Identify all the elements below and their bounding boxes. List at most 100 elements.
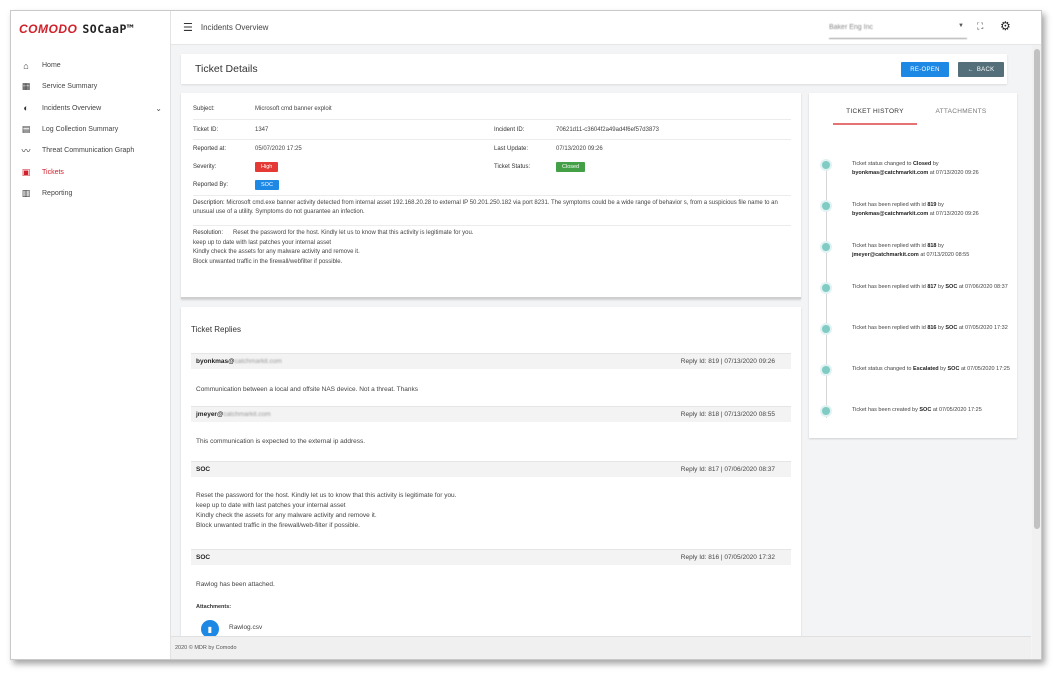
attachment-link[interactable]: Rawlog.csv: [229, 624, 262, 631]
severity-label: Severity:: [193, 164, 217, 170]
hamburger-menu-icon[interactable]: ☰: [183, 21, 193, 34]
ticket-replies-card: Ticket Replies byonkmas@catchmarkit.com …: [181, 307, 801, 637]
reply-meta: Reply Id: 818 | 07/13/2020 08:55: [680, 411, 775, 418]
history-event-text: Ticket has been replied with id 816 by S…: [852, 325, 1008, 331]
sidebar-item-log-collection[interactable]: ▤ Log Collection Summary: [11, 119, 170, 140]
gear-icon[interactable]: ⚙: [1000, 19, 1011, 33]
tab-attachments[interactable]: ATTACHMENTS: [927, 108, 995, 115]
reported-at-value: 05/07/2020 17:25: [255, 146, 302, 152]
timeline-dot: [822, 407, 830, 415]
fullscreen-icon[interactable]: ⛶: [977, 21, 983, 32]
sidebar-item-label: Reporting: [42, 189, 73, 197]
reply-body: This communication is expected to the ex…: [196, 437, 786, 447]
severity-row: Severity: High: [193, 160, 279, 174]
sidebar-item-incidents-overview[interactable]: ◐ Incidents Overview ⌄: [11, 98, 170, 119]
ticket-icon: ▣: [21, 166, 31, 177]
top-bar: ☰ Incidents Overview Baker Eng Inc ▼ ⛶ ⚙: [171, 11, 1041, 45]
app-window: COMODO SOCaaP™ ⌂ Home ▦ Service Summary …: [10, 10, 1042, 660]
home-icon: ⌂: [23, 60, 29, 71]
ticket-id-row: Ticket ID: 1347: [193, 123, 268, 137]
resolution-line: Block unwanted traffic in the firewall/w…: [193, 258, 343, 265]
sidebar-item-tickets[interactable]: ▣ Tickets: [11, 161, 170, 182]
reply-header: SOC Reply Id: 817 | 07/06/2020 08:37: [191, 461, 791, 477]
trend-icon: 〰: [21, 146, 31, 157]
replies-title: Ticket Replies: [191, 325, 241, 334]
timeline-dot: [822, 161, 830, 169]
subject-row: Subject: Microsoft cmd banner exploit: [193, 102, 332, 116]
back-button[interactable]: ← BACK: [958, 62, 1004, 77]
history-event-text: Ticket has been created by SOC at 07/05/…: [852, 407, 982, 413]
reply-header: SOC Reply Id: 816 | 07/05/2020 17:32: [191, 549, 791, 565]
timeline-dot: [822, 325, 830, 333]
resolution-block: Resolution: Reset the password for the h…: [193, 229, 791, 267]
reply-author: SOC: [196, 554, 211, 561]
subject-label: Subject:: [193, 106, 215, 112]
reply-author: jmeyer@catchmarkit.com: [196, 411, 271, 418]
sidebar-item-label: Incidents Overview: [42, 104, 102, 112]
subject-value: Microsoft cmd banner exploit: [255, 106, 332, 112]
resolution-line: Reset the password for the host. Kindly …: [233, 230, 474, 236]
resolution-line: Kindly check the assets for any malware …: [193, 249, 360, 255]
caret-down-icon[interactable]: ▼: [958, 23, 964, 29]
ticket-id-label: Ticket ID:: [193, 127, 219, 133]
divider: [193, 195, 791, 196]
reply-line: Block unwanted traffic in the firewall/w…: [196, 522, 360, 529]
reply-body: Communication between a local and offsit…: [196, 385, 786, 395]
ticket-history-card: TICKET HISTORY ATTACHMENTS Ticket status…: [809, 93, 1017, 438]
incident-id-value: 70621d11-c3604f2a49ad4f6ef57d3873: [556, 127, 659, 133]
timeline-dot: [822, 366, 830, 374]
sidebar-item-threat-graph[interactable]: 〰 Threat Communication Graph: [11, 140, 170, 161]
reply-line: Kindly check the assets for any malware …: [196, 512, 377, 519]
reply-header: byonkmas@catchmarkit.com Reply Id: 819 |…: [191, 353, 791, 369]
reply-meta: Reply Id: 817 | 07/06/2020 08:37: [680, 466, 775, 473]
ticket-status-row: Ticket Status: Closed: [494, 160, 586, 174]
reply-line: Reset the password for the host. Kindly …: [196, 492, 457, 499]
log-icon: ▤: [21, 124, 31, 135]
file-icon[interactable]: ▮: [201, 620, 219, 637]
incident-id-row: Incident ID: 70621d11-c3604f2a49ad4f6ef5…: [494, 123, 659, 137]
organization-select[interactable]: Baker Eng Inc: [829, 19, 967, 39]
resolution-line: keep up to date with last patches your i…: [193, 239, 332, 246]
reply-header: jmeyer@catchmarkit.com Reply Id: 818 | 0…: [191, 406, 791, 422]
sidebar-item-label: Service Summary: [42, 83, 98, 91]
report-icon: ▥: [21, 187, 31, 198]
timeline-dot: [822, 243, 830, 251]
page-title: Ticket Details: [195, 63, 258, 75]
sidebar-nav: ⌂ Home ▦ Service Summary ◐ Incidents Ove…: [11, 55, 170, 204]
reply-meta: Reply Id: 816 | 07/05/2020 17:32: [680, 554, 775, 561]
divider: [193, 225, 791, 226]
chevron-down-icon[interactable]: ⌄: [155, 104, 162, 113]
status-badge: Closed: [556, 162, 586, 172]
brand-logo[interactable]: COMODO SOCaaP™: [11, 11, 170, 47]
reply-line: Communication between a local and offsit…: [196, 386, 418, 393]
description-block: Description: Microsoft cmd.exe banner ac…: [193, 199, 791, 217]
scrollbar-thumb[interactable]: [1034, 49, 1040, 529]
reply-author: SOC: [196, 466, 211, 473]
top-bar-title: Incidents Overview: [200, 23, 269, 32]
history-event-text: Ticket has been replied with id 819 by b…: [852, 202, 979, 217]
back-button-label: BACK: [976, 66, 995, 73]
history-event-text: Ticket has been replied with id 818 by j…: [852, 243, 970, 258]
timeline-dot: [822, 202, 830, 210]
incident-id-label: Incident ID:: [494, 127, 525, 133]
page-header: Ticket Details RE-OPEN ← BACK: [181, 54, 1007, 84]
reply-line: keep up to date with last patches your i…: [196, 502, 346, 509]
history-event-text: Ticket status changed to Escalated by SO…: [852, 366, 1010, 372]
reopen-button[interactable]: RE-OPEN: [901, 62, 949, 77]
arrow-left-icon: ←: [967, 66, 974, 73]
reply-meta: Reply Id: 819 | 07/13/2020 09:26: [680, 358, 775, 365]
tab-ticket-history[interactable]: TICKET HISTORY: [833, 108, 917, 125]
sidebar: COMODO SOCaaP™ ⌂ Home ▦ Service Summary …: [11, 11, 171, 659]
attachments-label: Attachments:: [196, 604, 232, 610]
timeline-dot: [822, 284, 830, 292]
divider: [193, 139, 791, 140]
pie-chart-icon: ◐: [23, 103, 29, 114]
sidebar-item-reporting[interactable]: ▥ Reporting: [11, 183, 170, 204]
severity-badge: High: [255, 162, 279, 172]
page-scrollbar[interactable]: [1032, 45, 1041, 659]
last-update-row: Last Update: 07/13/2020 09:26: [494, 142, 603, 156]
sidebar-item-home[interactable]: ⌂ Home: [11, 55, 170, 76]
sidebar-item-service-summary[interactable]: ▦ Service Summary: [11, 76, 170, 97]
sidebar-item-label: Threat Communication Graph: [42, 147, 135, 155]
history-event-text: Ticket has been replied with id 817 by S…: [852, 284, 1008, 290]
